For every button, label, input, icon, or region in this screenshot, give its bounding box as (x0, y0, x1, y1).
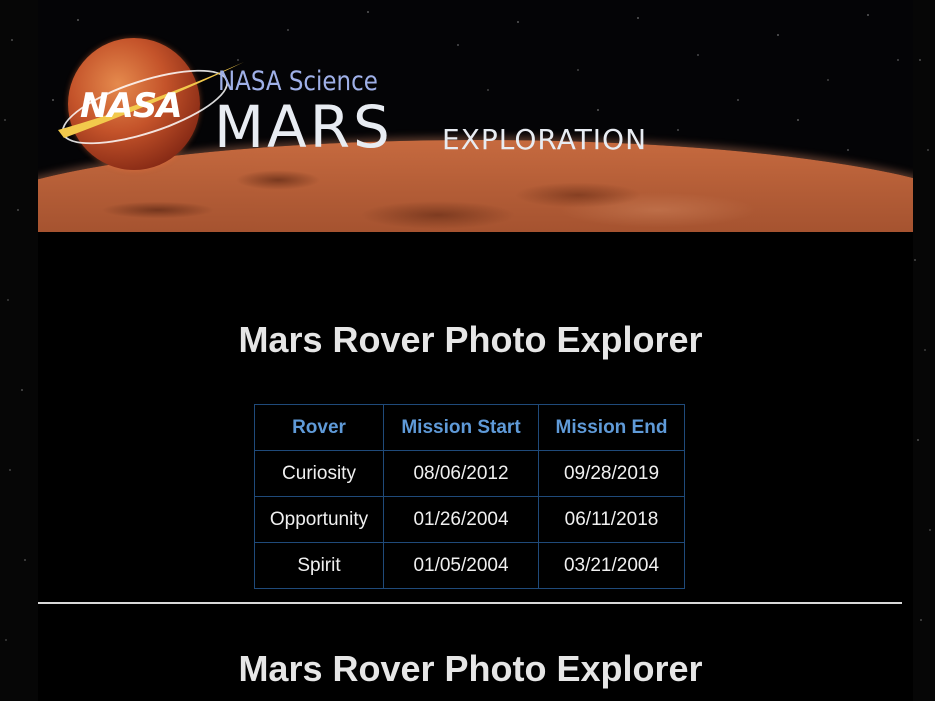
header-mission-start: Mission Start (383, 404, 539, 451)
rover-name-cell: Opportunity (254, 496, 384, 543)
mars-exploration-banner: NASA NASA Science MARS EXPLORATION (38, 0, 913, 232)
page-title-repeat: Mars Rover Photo Explorer (238, 648, 703, 689)
mission-end-cell: 03/21/2004 (538, 542, 685, 589)
banner-title: MARS (214, 93, 393, 161)
rover-name-cell: Spirit (254, 542, 384, 589)
table-row: Curiosity 08/06/2012 09/28/2019 (254, 450, 685, 497)
table-header-row: Rover Mission Start Mission End (254, 404, 685, 451)
rover-missions-table: Rover Mission Start Mission End Curiosit… (254, 404, 685, 589)
mission-start-cell: 01/05/2004 (383, 542, 539, 589)
mission-start-cell: 01/26/2004 (383, 496, 539, 543)
mission-end-cell: 09/28/2019 (538, 450, 685, 497)
table-row: Spirit 01/05/2004 03/21/2004 (254, 542, 685, 589)
section-divider (38, 602, 902, 604)
mission-end-cell: 06/11/2018 (538, 496, 685, 543)
rover-name-cell: Curiosity (254, 450, 384, 497)
page-title: Mars Rover Photo Explorer (238, 319, 703, 360)
banner-title-suffix: EXPLORATION (442, 123, 648, 156)
page-background: NASA NASA Science MARS EXPLORATION Mars … (0, 0, 935, 701)
header-rover: Rover (254, 404, 384, 451)
nasa-logo-text: NASA (80, 86, 183, 126)
mission-start-cell: 08/06/2012 (383, 450, 539, 497)
header-mission-end: Mission End (538, 404, 685, 451)
table-row: Opportunity 01/26/2004 06/11/2018 (254, 496, 685, 543)
